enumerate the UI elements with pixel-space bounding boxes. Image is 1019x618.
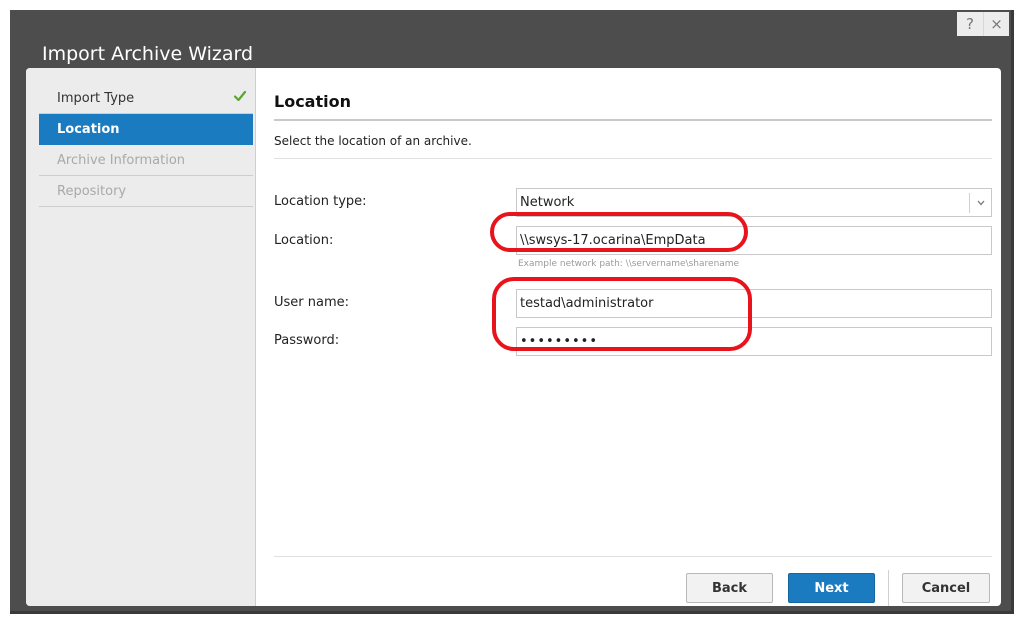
dialog-title: Import Archive Wizard <box>42 43 254 65</box>
button-separator <box>888 570 889 606</box>
wizard-content: Location Select the location of an archi… <box>256 68 1001 606</box>
checkmark-icon <box>233 90 247 102</box>
location-label: Location: <box>274 233 334 248</box>
location-type-label: Location type: <box>274 194 367 209</box>
sidebar-item-label: Repository <box>57 183 127 199</box>
user-name-label: User name: <box>274 295 350 310</box>
sidebar-item-import-type[interactable]: Import Type <box>39 83 253 114</box>
sidebar-item-label: Location <box>57 121 120 137</box>
password-mask: ••••••••• <box>520 334 599 349</box>
back-button[interactable]: Back <box>686 573 773 603</box>
sidebar-item-label: Import Type <box>57 90 135 106</box>
location-type-select[interactable]: Network <box>516 188 992 217</box>
dialog-body: Import Type Location Archive Information… <box>26 68 1001 606</box>
page-title: Location <box>274 92 992 121</box>
location-type-value: Network <box>520 195 575 210</box>
sidebar-item-label: Archive Information <box>57 152 186 168</box>
sidebar-item-archive-information: Archive Information <box>39 145 253 176</box>
password-input[interactable]: ••••••••• <box>516 327 992 356</box>
chevron-down-icon[interactable] <box>969 193 991 213</box>
title-bar-buttons: ? × <box>957 12 1009 36</box>
location-input[interactable] <box>516 226 992 255</box>
close-icon[interactable]: × <box>983 12 1009 36</box>
cancel-button[interactable]: Cancel <box>902 573 990 603</box>
wizard-steps-sidebar: Import Type Location Archive Information… <box>26 68 256 606</box>
page-description: Select the location of an archive. <box>274 134 992 159</box>
footer-divider <box>274 556 992 557</box>
user-name-input[interactable] <box>516 289 992 318</box>
sidebar-item-location[interactable]: Location <box>39 114 253 145</box>
help-icon[interactable]: ? <box>957 12 983 36</box>
import-archive-wizard-dialog: Import Archive Wizard ? × Import Type Lo… <box>10 10 1014 614</box>
sidebar-item-repository: Repository <box>39 176 253 207</box>
password-label: Password: <box>274 333 340 348</box>
next-button[interactable]: Next <box>788 573 875 603</box>
location-hint: Example network path: \\servername\share… <box>518 259 740 269</box>
